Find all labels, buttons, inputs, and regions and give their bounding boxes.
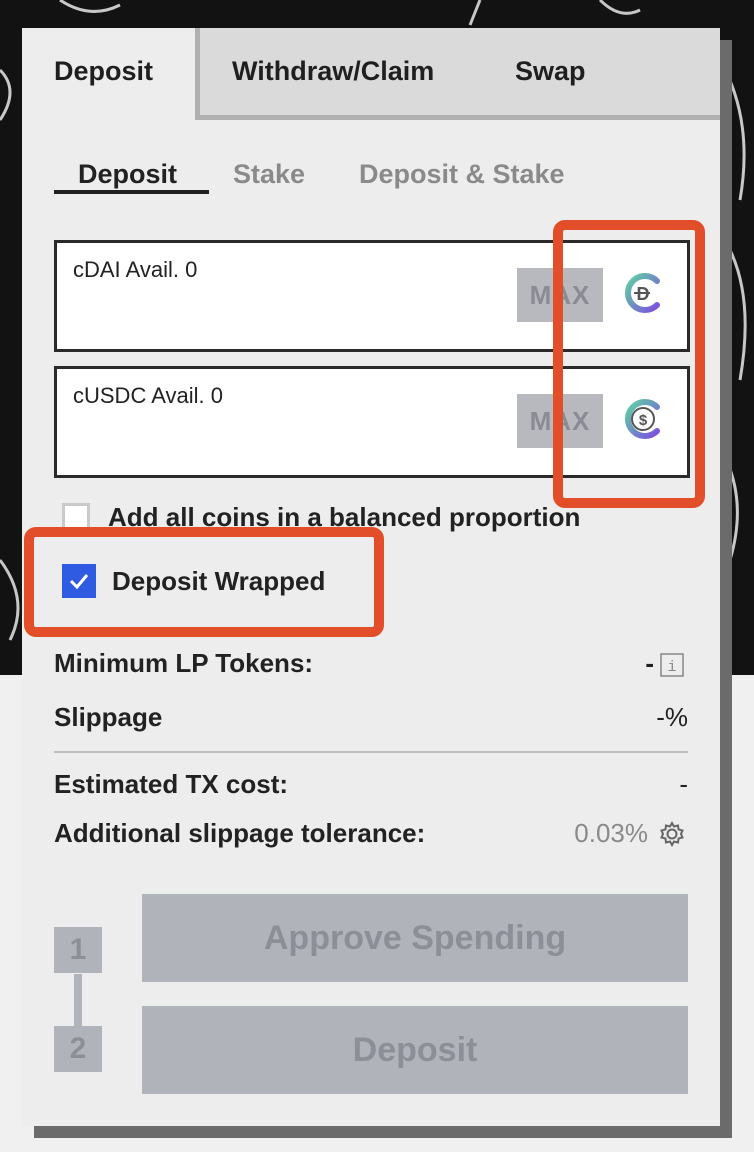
tab-bar: Deposit Withdraw/Claim Swap — [22, 28, 720, 120]
step-connector — [74, 974, 82, 1026]
subtab-stake[interactable]: Stake — [233, 159, 305, 190]
deposit-wrapped-highlight — [24, 527, 384, 637]
slippage-tolerance-row: Additional slippage tolerance: 0.03% — [54, 818, 688, 852]
minimum-lp-tokens-label: Minimum LP Tokens: — [54, 648, 314, 678]
minimum-lp-tokens-value: - — [645, 648, 654, 678]
minimum-lp-tokens-row: Minimum LP Tokens: - i — [54, 648, 688, 682]
divider — [54, 751, 688, 753]
gear-icon[interactable] — [658, 820, 686, 848]
coin-icons-highlight — [553, 220, 705, 508]
tab-bar-border — [200, 115, 720, 120]
slippage-label: Slippage — [54, 702, 163, 732]
step-1-indicator: 1 — [54, 927, 102, 973]
tab-deposit-label[interactable]: Deposit — [54, 56, 153, 87]
cusdc-available-label: cUSDC Avail. 0 — [73, 383, 223, 408]
estimated-tx-cost-row: Estimated TX cost: - — [54, 769, 688, 803]
estimated-tx-cost-label: Estimated TX cost: — [54, 769, 289, 799]
step-2-indicator: 2 — [54, 1026, 102, 1072]
tab-withdraw-claim[interactable]: Withdraw/Claim — [232, 56, 434, 87]
subtab-active-indicator — [54, 190, 209, 194]
cdai-available-label: cDAI Avail. 0 — [73, 257, 198, 282]
approve-spending-button[interactable]: Approve Spending — [142, 894, 688, 982]
tab-swap[interactable]: Swap — [515, 56, 586, 87]
subtab-deposit[interactable]: Deposit — [78, 159, 177, 190]
slippage-tolerance-label: Additional slippage tolerance: — [54, 818, 426, 848]
deposit-button[interactable]: Deposit — [142, 1006, 688, 1094]
svg-text:i: i — [667, 659, 676, 676]
slippage-value: -% — [656, 702, 688, 732]
subtab-deposit-and-stake[interactable]: Deposit & Stake — [359, 159, 565, 190]
slippage-tolerance-value: 0.03% — [574, 818, 648, 848]
slippage-row: Slippage -% — [54, 702, 688, 736]
estimated-tx-cost-value: - — [679, 769, 688, 799]
info-icon[interactable]: i — [660, 653, 684, 677]
